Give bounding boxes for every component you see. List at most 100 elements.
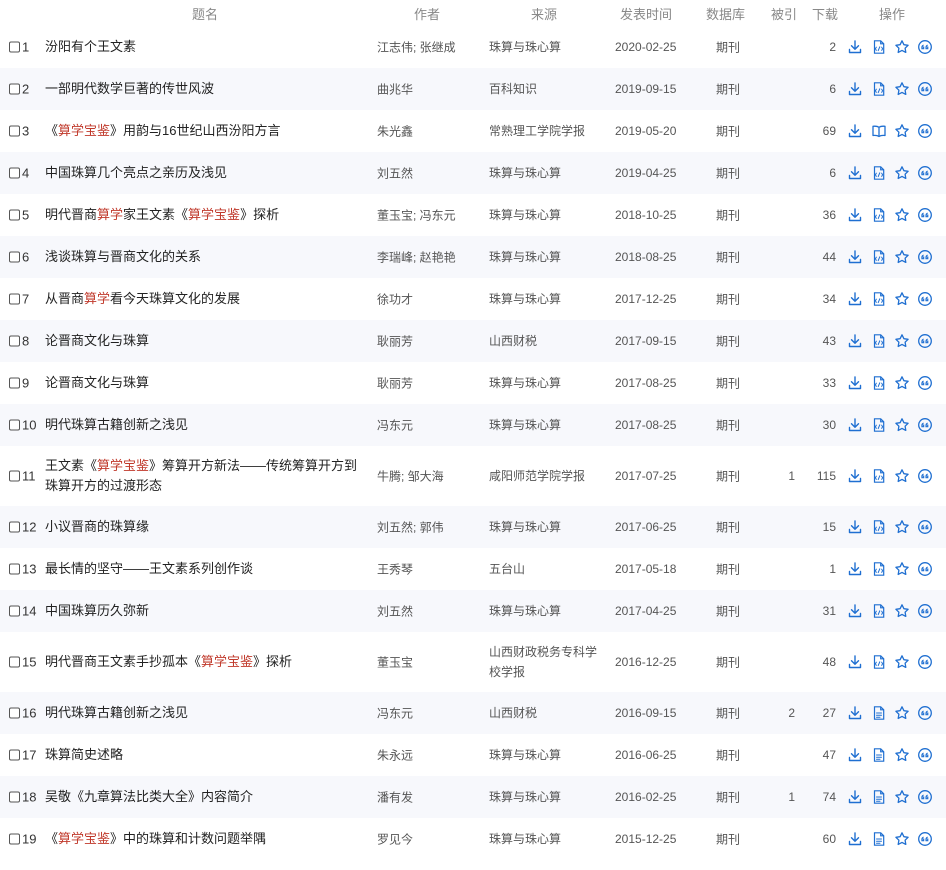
header-downloads[interactable]: 下载 <box>812 4 838 23</box>
source-link[interactable]: 珠算与珠心算 <box>489 289 607 309</box>
quote-icon[interactable] <box>917 165 933 181</box>
source-link[interactable]: 咸阳师范学院学报 <box>489 466 607 486</box>
quote-icon[interactable] <box>917 81 933 97</box>
quote-icon[interactable] <box>917 789 933 805</box>
star-icon[interactable] <box>894 249 910 265</box>
article-title-link[interactable]: 论晋商文化与珠算 <box>45 331 365 351</box>
header-source[interactable]: 来源 <box>531 4 557 23</box>
download-icon[interactable] <box>847 123 863 139</box>
html-read-icon[interactable] <box>871 249 887 265</box>
star-icon[interactable] <box>894 333 910 349</box>
article-title-link[interactable]: 明代晋商算学家王文素《算学宝鉴》探析 <box>45 205 365 225</box>
source-link[interactable]: 珠算与珠心算 <box>489 601 607 621</box>
star-icon[interactable] <box>894 417 910 433</box>
download-icon[interactable] <box>847 81 863 97</box>
author-cell[interactable]: 冯东元 <box>377 705 477 722</box>
download-icon[interactable] <box>847 417 863 433</box>
html-read-icon[interactable] <box>871 207 887 223</box>
star-icon[interactable] <box>894 207 910 223</box>
row-checkbox[interactable] <box>9 125 20 137</box>
article-title-link[interactable]: 王文素《算学宝鉴》筹算开方新法——传统筹算开方到珠算开方的过渡形态 <box>45 456 365 496</box>
header-database[interactable]: 数据库 <box>706 4 745 23</box>
source-link[interactable]: 珠算与珠心算 <box>489 415 607 435</box>
html-read-icon[interactable] <box>871 603 887 619</box>
quote-icon[interactable] <box>917 468 933 484</box>
article-title-link[interactable]: 小议晋商的珠算缘 <box>45 517 365 537</box>
star-icon[interactable] <box>894 123 910 139</box>
author-cell[interactable]: 刘五然 <box>377 165 477 182</box>
quote-icon[interactable] <box>917 333 933 349</box>
author-cell[interactable]: 董玉宝 <box>377 654 477 671</box>
quote-icon[interactable] <box>917 705 933 721</box>
row-checkbox[interactable] <box>9 293 20 305</box>
author-cell[interactable]: 朱光鑫 <box>377 123 477 140</box>
article-title-link[interactable]: 从晋商算学看今天珠算文化的发展 <box>45 289 365 309</box>
star-icon[interactable] <box>894 165 910 181</box>
download-icon[interactable] <box>847 39 863 55</box>
source-link[interactable]: 珠算与珠心算 <box>489 163 607 183</box>
article-title-link[interactable]: 汾阳有个王文素 <box>45 37 365 57</box>
pdf-read-icon[interactable] <box>871 831 887 847</box>
source-link[interactable]: 珠算与珠心算 <box>489 373 607 393</box>
cited-count[interactable]: 2 <box>788 706 795 720</box>
author-cell[interactable]: 徐功才 <box>377 291 477 308</box>
source-link[interactable]: 珠算与珠心算 <box>489 745 607 765</box>
row-checkbox[interactable] <box>9 470 20 482</box>
author-cell[interactable]: 李瑞峰; 赵艳艳 <box>377 249 477 266</box>
star-icon[interactable] <box>894 39 910 55</box>
row-checkbox[interactable] <box>9 605 20 617</box>
author-cell[interactable]: 冯东元 <box>377 417 477 434</box>
author-cell[interactable]: 王秀琴 <box>377 561 477 578</box>
author-cell[interactable]: 潘有发 <box>377 789 477 806</box>
author-cell[interactable]: 曲兆华 <box>377 81 477 98</box>
cited-count[interactable]: 1 <box>788 790 795 804</box>
html-read-icon[interactable] <box>871 291 887 307</box>
quote-icon[interactable] <box>917 207 933 223</box>
download-icon[interactable] <box>847 603 863 619</box>
star-icon[interactable] <box>894 519 910 535</box>
download-icon[interactable] <box>847 519 863 535</box>
quote-icon[interactable] <box>917 519 933 535</box>
quote-icon[interactable] <box>917 249 933 265</box>
download-icon[interactable] <box>847 468 863 484</box>
row-checkbox[interactable] <box>9 791 20 803</box>
book-read-icon[interactable] <box>871 123 887 139</box>
author-cell[interactable]: 刘五然; 郭伟 <box>377 519 477 536</box>
row-checkbox[interactable] <box>9 41 20 53</box>
article-title-link[interactable]: 最长情的坚守——王文素系列创作谈 <box>45 559 365 579</box>
source-link[interactable]: 百科知识 <box>489 79 607 99</box>
star-icon[interactable] <box>894 561 910 577</box>
source-link[interactable]: 山西财税 <box>489 703 607 723</box>
html-read-icon[interactable] <box>871 165 887 181</box>
source-link[interactable]: 山西财税 <box>489 331 607 351</box>
article-title-link[interactable]: 明代晋商王文素手抄孤本《算学宝鉴》探析 <box>45 652 365 672</box>
article-title-link[interactable]: 论晋商文化与珠算 <box>45 373 365 393</box>
author-cell[interactable]: 刘五然 <box>377 603 477 620</box>
star-icon[interactable] <box>894 291 910 307</box>
row-checkbox[interactable] <box>9 167 20 179</box>
row-checkbox[interactable] <box>9 563 20 575</box>
download-icon[interactable] <box>847 249 863 265</box>
header-author[interactable]: 作者 <box>414 4 440 23</box>
download-icon[interactable] <box>847 291 863 307</box>
source-link[interactable]: 山西财政税务专科学校学报 <box>489 642 607 682</box>
download-icon[interactable] <box>847 207 863 223</box>
article-title-link[interactable]: 明代珠算古籍创新之浅见 <box>45 415 365 435</box>
header-date[interactable]: 发表时间 <box>620 4 672 23</box>
html-read-icon[interactable] <box>871 417 887 433</box>
quote-icon[interactable] <box>917 747 933 763</box>
quote-icon[interactable] <box>917 123 933 139</box>
row-checkbox[interactable] <box>9 377 20 389</box>
download-icon[interactable] <box>847 747 863 763</box>
pdf-read-icon[interactable] <box>871 789 887 805</box>
article-title-link[interactable]: 吴敬《九章算法比类大全》内容简介 <box>45 787 365 807</box>
pdf-read-icon[interactable] <box>871 705 887 721</box>
html-read-icon[interactable] <box>871 333 887 349</box>
article-title-link[interactable]: 一部明代数学巨著的传世风波 <box>45 79 365 99</box>
quote-icon[interactable] <box>917 375 933 391</box>
row-checkbox[interactable] <box>9 521 20 533</box>
pdf-read-icon[interactable] <box>871 747 887 763</box>
star-icon[interactable] <box>894 603 910 619</box>
star-icon[interactable] <box>894 747 910 763</box>
quote-icon[interactable] <box>917 603 933 619</box>
